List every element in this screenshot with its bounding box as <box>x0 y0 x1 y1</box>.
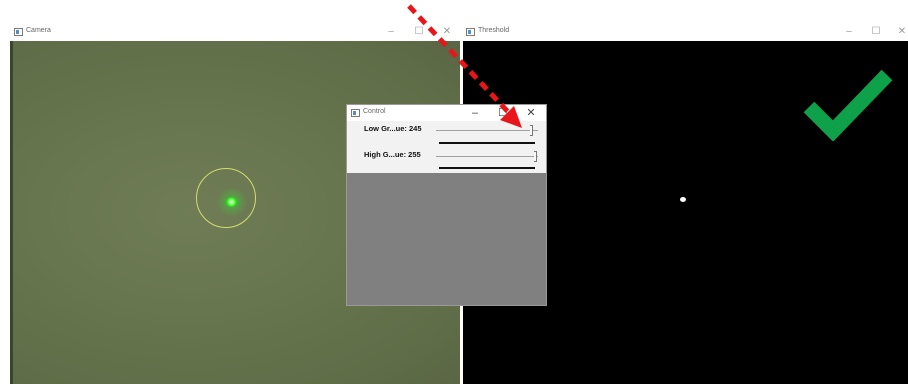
arrow-icon <box>407 4 522 128</box>
close-icon[interactable]: ✕ <box>894 25 908 39</box>
window-icon <box>351 109 360 117</box>
minimize-icon[interactable]: – <box>383 25 399 39</box>
control-window-title: Control <box>363 108 386 115</box>
maximize-icon[interactable]: ☐ <box>868 25 884 39</box>
window-icon <box>14 28 23 36</box>
detection-circle <box>196 168 256 228</box>
high-green-underline <box>439 167 535 169</box>
control-canvas <box>347 173 546 305</box>
low-green-underline <box>439 142 535 144</box>
detected-blob <box>680 197 686 202</box>
camera-window-title: Camera <box>26 27 51 34</box>
high-green-label: High G...ue: 255 <box>364 150 421 159</box>
low-green-thumb[interactable] <box>530 125 534 136</box>
frame-edge <box>10 41 13 384</box>
checkmark-icon <box>803 69 893 141</box>
minimize-icon[interactable]: – <box>841 25 857 39</box>
high-green-track[interactable] <box>436 156 538 157</box>
high-green-thumb[interactable] <box>534 151 537 162</box>
